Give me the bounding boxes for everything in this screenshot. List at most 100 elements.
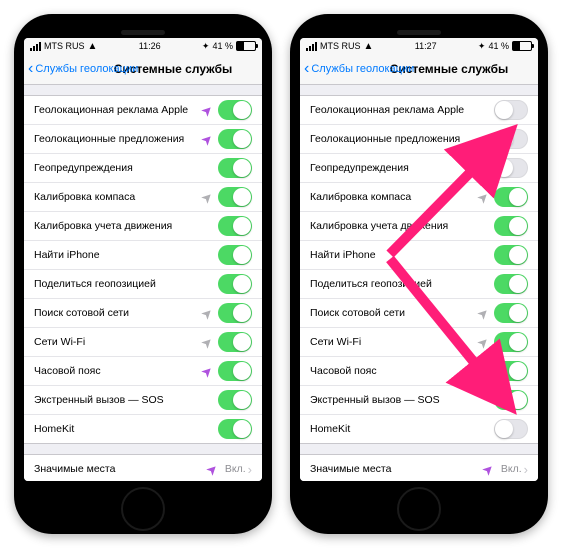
- row-label: Часовой пояс: [34, 365, 203, 377]
- location-icon: [477, 191, 490, 204]
- settings-row: Сети Wi-Fi: [300, 328, 538, 357]
- toggle-switch[interactable]: [494, 419, 528, 439]
- settings-row: Геолокационная реклама Apple: [300, 96, 538, 125]
- toggle-switch[interactable]: [494, 332, 528, 352]
- settings-list[interactable]: Геолокационная реклама Apple Геолокационн…: [24, 85, 262, 481]
- status-bar: MTS RUS ▲ 11:27 ✦ 41 %: [300, 38, 538, 54]
- home-button[interactable]: [397, 487, 441, 531]
- screen: MTS RUS ▲ 11:26 ✦ 41 % ‹ Службы геолокац…: [24, 38, 262, 481]
- row-label: Значимые места: [34, 463, 208, 475]
- row-label: Часовой пояс: [310, 365, 479, 377]
- location-icon: [201, 365, 214, 378]
- location-icon: [206, 463, 219, 476]
- toggle-group: Геолокационная реклама Apple Геолокационн…: [300, 95, 538, 444]
- toggle-switch[interactable]: [494, 274, 528, 294]
- row-value: Вкл.: [225, 463, 246, 475]
- toggle-switch[interactable]: [494, 129, 528, 149]
- location-icon: [477, 307, 490, 320]
- location-icon: [482, 463, 495, 476]
- row-label: Поделиться геопозицией: [310, 278, 494, 290]
- row-label: Геолокационная реклама Apple: [310, 104, 494, 116]
- row-label: Экстренный вызов — SOS: [310, 394, 494, 406]
- toggle-switch[interactable]: [494, 187, 528, 207]
- wifi-icon: ▲: [364, 41, 374, 52]
- location-icon: [477, 365, 490, 378]
- toggle-switch[interactable]: [494, 158, 528, 178]
- toggle-switch[interactable]: [494, 245, 528, 265]
- row-label: Поиск сотовой сети: [34, 307, 203, 319]
- row-label: Поделиться геопозицией: [34, 278, 218, 290]
- toggle-switch[interactable]: [494, 303, 528, 323]
- row-label: Сети Wi-Fi: [310, 336, 479, 348]
- settings-row: Геолокационная реклама Apple: [24, 96, 262, 125]
- status-bar: MTS RUS ▲ 11:26 ✦ 41 %: [24, 38, 262, 54]
- settings-row: Поделиться геопозицией: [24, 270, 262, 299]
- bluetooth-icon: ✦: [202, 41, 210, 52]
- location-icon: [201, 307, 214, 320]
- row-value: Вкл.: [501, 463, 522, 475]
- link-group: Значимые места Вкл. ›: [24, 454, 262, 481]
- clock: 11:27: [415, 41, 437, 51]
- wifi-icon: ▲: [88, 41, 98, 52]
- battery-percent: 41 %: [212, 41, 233, 51]
- toggle-switch[interactable]: [494, 361, 528, 381]
- chevron-left-icon: ‹: [28, 61, 33, 77]
- significant-locations-row[interactable]: Значимые места Вкл. ›: [24, 455, 262, 481]
- home-button[interactable]: [121, 487, 165, 531]
- toggle-switch[interactable]: [218, 216, 252, 236]
- location-icon: [201, 104, 214, 117]
- clock: 11:26: [139, 41, 161, 51]
- toggle-switch[interactable]: [218, 245, 252, 265]
- toggle-switch[interactable]: [218, 129, 252, 149]
- phone-speaker: [121, 30, 165, 35]
- significant-locations-row[interactable]: Значимые места Вкл. ›: [300, 455, 538, 481]
- toggle-switch[interactable]: [494, 100, 528, 120]
- toggle-switch[interactable]: [218, 187, 252, 207]
- toggle-switch[interactable]: [494, 216, 528, 236]
- phone-speaker: [397, 30, 441, 35]
- settings-row: Геопредупреждения: [300, 154, 538, 183]
- row-label: Калибровка учета движения: [310, 220, 494, 232]
- toggle-switch[interactable]: [218, 158, 252, 178]
- settings-row: Калибровка учета движения: [300, 212, 538, 241]
- settings-row: HomeKit: [24, 415, 262, 443]
- settings-row: Геолокационные предложения: [300, 125, 538, 154]
- phone-left: MTS RUS ▲ 11:26 ✦ 41 % ‹ Службы геолокац…: [14, 14, 272, 534]
- toggle-switch[interactable]: [218, 361, 252, 381]
- row-label: Калибровка компаса: [310, 191, 479, 203]
- chevron-left-icon: ‹: [304, 61, 309, 77]
- settings-row: Часовой пояс: [24, 357, 262, 386]
- back-button[interactable]: ‹ Службы геолокации: [300, 61, 414, 77]
- location-icon: [201, 191, 214, 204]
- comparison-stage: MTS RUS ▲ 11:26 ✦ 41 % ‹ Службы геолокац…: [0, 0, 569, 548]
- settings-row: Калибровка учета движения: [24, 212, 262, 241]
- toggle-switch[interactable]: [218, 274, 252, 294]
- toggle-switch[interactable]: [218, 419, 252, 439]
- row-label: Геопредупреждения: [34, 162, 218, 174]
- row-label: Калибровка компаса: [34, 191, 203, 203]
- row-label: Найти iPhone: [310, 249, 494, 261]
- phone-right: MTS RUS ▲ 11:27 ✦ 41 % ‹ Службы геолокац…: [290, 14, 548, 534]
- signal-icon: [306, 42, 317, 51]
- row-label: Геопредупреждения: [310, 162, 494, 174]
- row-label: Экстренный вызов — SOS: [34, 394, 218, 406]
- toggle-group: Геолокационная реклама Apple Геолокационн…: [24, 95, 262, 444]
- row-label: Значимые места: [310, 463, 484, 475]
- row-label: Геолокационные предложения: [34, 133, 203, 145]
- row-label: HomeKit: [34, 423, 218, 435]
- toggle-switch[interactable]: [218, 390, 252, 410]
- toggle-switch[interactable]: [218, 100, 252, 120]
- chevron-right-icon: ›: [248, 462, 252, 477]
- settings-row: Поделиться геопозицией: [300, 270, 538, 299]
- nav-bar: ‹ Службы геолокации Системные службы: [300, 54, 538, 85]
- carrier-label: MTS RUS: [320, 41, 361, 51]
- settings-row: HomeKit: [300, 415, 538, 443]
- location-icon: [201, 133, 214, 146]
- signal-icon: [30, 42, 41, 51]
- toggle-switch[interactable]: [218, 332, 252, 352]
- back-button[interactable]: ‹ Службы геолокации: [24, 61, 138, 77]
- toggle-switch[interactable]: [494, 390, 528, 410]
- settings-list[interactable]: Геолокационная реклама Apple Геолокационн…: [300, 85, 538, 481]
- toggle-switch[interactable]: [218, 303, 252, 323]
- link-group: Значимые места Вкл. ›: [300, 454, 538, 481]
